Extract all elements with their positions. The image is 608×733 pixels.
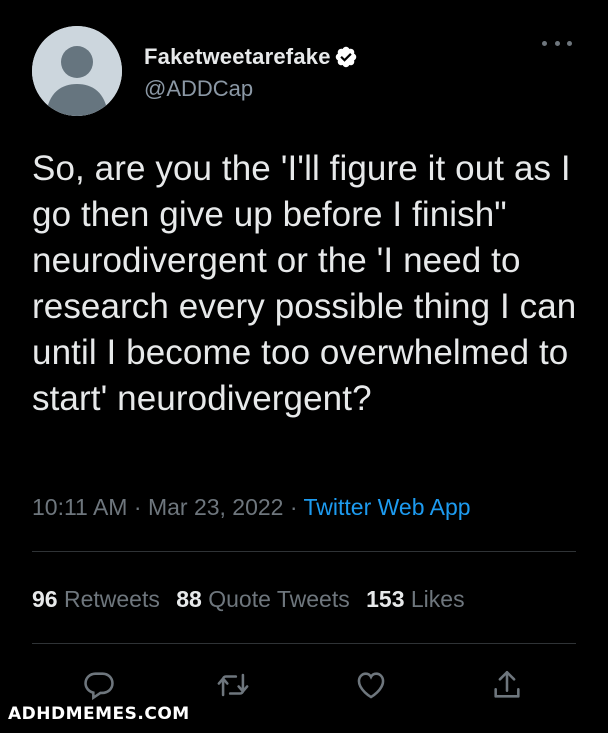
quote-tweets-label: Quote Tweets [208, 586, 350, 612]
tweet-time[interactable]: 10:11 AM [32, 494, 127, 520]
likes-count: 153 [366, 586, 405, 612]
share-icon[interactable] [490, 668, 524, 702]
retweets-count: 96 [32, 586, 58, 612]
watermark-logo: ADHDMEMES.COM [8, 704, 190, 724]
reply-icon[interactable] [82, 668, 116, 702]
tweet-meta: 10:11 AM · Mar 23, 2022 · Twitter Web Ap… [32, 494, 471, 521]
tweet-stats: 96 Retweets 88 Quote Tweets 153 Likes [32, 586, 465, 613]
likes-label: Likes [410, 586, 465, 612]
quote-tweets-stat[interactable]: 88 Quote Tweets [176, 586, 349, 612]
verified-badge-icon [335, 46, 356, 68]
divider [32, 643, 576, 644]
meta-separator: · [133, 494, 142, 520]
avatar[interactable] [32, 26, 122, 116]
user-names: Faketweetarefake @ADDCap [144, 42, 358, 102]
meta-separator: · [289, 494, 298, 520]
like-icon[interactable] [354, 668, 388, 702]
default-avatar-icon [32, 26, 122, 116]
display-name[interactable]: Faketweetarefake [144, 44, 331, 70]
retweet-icon[interactable] [216, 668, 250, 702]
likes-stat[interactable]: 153 Likes [366, 586, 464, 612]
quote-tweets-count: 88 [176, 586, 202, 612]
more-dot [542, 40, 547, 46]
more-dot [567, 40, 572, 46]
tweet-date[interactable]: Mar 23, 2022 [148, 494, 284, 520]
retweets-label: Retweets [63, 586, 160, 612]
tweet-actions [70, 668, 540, 708]
display-name-row: Faketweetarefake [144, 42, 358, 72]
retweets-stat[interactable]: 96 Retweets [32, 586, 160, 612]
more-options-icon[interactable] [542, 38, 572, 48]
user-handle[interactable]: @ADDCap [144, 76, 358, 102]
divider [32, 551, 576, 552]
more-dot [554, 40, 560, 46]
tweet-text: So, are you the 'I'll figure it out as I… [32, 149, 577, 418]
tweet-source[interactable]: Twitter Web App [304, 494, 471, 520]
tweet-header: Faketweetarefake @ADDCap [32, 26, 576, 116]
